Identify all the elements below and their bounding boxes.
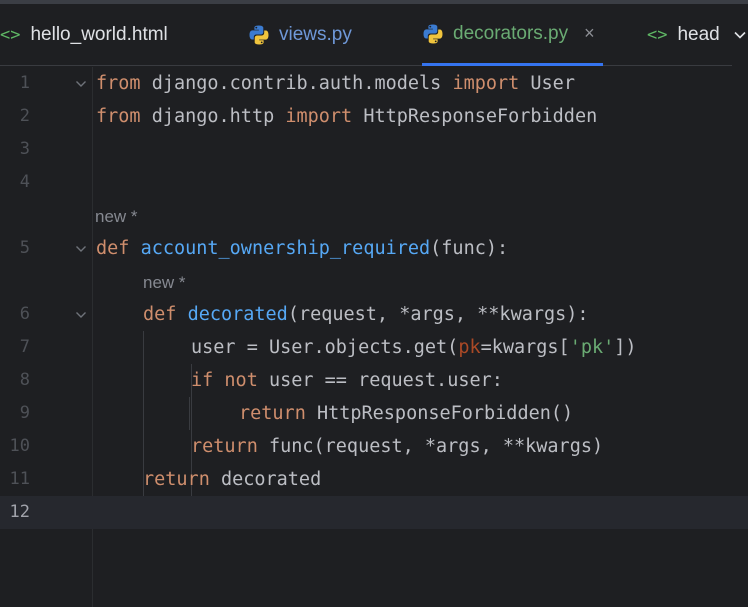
tab-list-dropdown[interactable] — [732, 4, 748, 66]
tab-label: decorators.py — [453, 22, 569, 44]
code-line: 11 return decorated — [0, 463, 748, 496]
tab-label: head — [677, 24, 719, 45]
fold-icon[interactable] — [74, 298, 88, 331]
editor-tab-bar: <> hello_world.html views.py decorators.… — [0, 4, 748, 66]
line-number: 9 — [19, 403, 30, 423]
code-line: 8 if not user == request.user: — [0, 364, 748, 397]
close-icon[interactable]: × — [584, 23, 595, 44]
code-line: 4 — [0, 166, 748, 199]
code-line-current: 12 — [0, 496, 748, 529]
python-icon — [249, 25, 269, 45]
line-number: 1 — [19, 73, 30, 93]
line-number: 10 — [9, 436, 30, 456]
code-editor[interactable]: 1 from django.contrib.auth.models import… — [0, 67, 748, 607]
inlay-hint-author[interactable]: new * — [95, 207, 138, 227]
tab-views[interactable]: views.py — [248, 4, 352, 66]
line-number: 8 — [19, 370, 30, 390]
code-line: 10 return func(request, *args, **kwargs) — [0, 430, 748, 463]
code-text: user = User.objects.get(pk=kwargs['pk']) — [191, 337, 637, 358]
code-text: return func(request, *args, **kwargs) — [191, 436, 604, 457]
code-line: 1 from django.contrib.auth.models import… — [0, 67, 748, 100]
code-text: def account_ownership_required(func): — [96, 238, 509, 259]
html-tag-icon: <> — [0, 25, 21, 45]
python-icon — [423, 24, 443, 43]
code-text: return HttpResponseForbidden() — [239, 403, 574, 424]
tab-head[interactable]: <> head — [647, 4, 719, 66]
code-text: from django.contrib.auth.models import U… — [96, 73, 575, 94]
code-line: 5 def account_ownership_required(func): — [0, 232, 748, 265]
code-text: if not user == request.user: — [191, 370, 503, 391]
tab-decorators[interactable]: decorators.py × — [422, 4, 603, 66]
code-line: 6 def decorated(request, *args, **kwargs… — [0, 298, 748, 331]
line-number: 3 — [19, 139, 30, 159]
chevron-down-icon — [734, 31, 746, 39]
code-text: from django.http import HttpResponseForb… — [96, 106, 598, 127]
tab-label: hello_world.html — [30, 24, 168, 45]
line-number: 2 — [19, 106, 30, 126]
line-number: 4 — [19, 172, 30, 192]
code-text: def decorated(request, *args, **kwargs): — [143, 304, 589, 325]
fold-icon[interactable] — [74, 232, 88, 265]
tab-hello-world[interactable]: <> hello_world.html — [0, 4, 168, 66]
code-line: 9 return HttpResponseForbidden() — [0, 397, 748, 430]
fold-icon[interactable] — [74, 67, 88, 100]
code-line: 3 — [0, 133, 748, 166]
html-tag-icon: <> — [647, 25, 668, 45]
code-line: 2 from django.http import HttpResponseFo… — [0, 100, 748, 133]
line-number: 7 — [19, 337, 30, 357]
line-number: 12 — [9, 502, 30, 522]
inlay-hint-author[interactable]: new * — [143, 273, 186, 293]
line-number: 5 — [19, 238, 30, 258]
line-number: 11 — [9, 469, 30, 489]
code-text: return decorated — [143, 469, 322, 490]
tab-label: views.py — [279, 24, 352, 45]
line-number: 6 — [19, 304, 30, 324]
code-line: 7 user = User.objects.get(pk=kwargs['pk'… — [0, 331, 748, 364]
